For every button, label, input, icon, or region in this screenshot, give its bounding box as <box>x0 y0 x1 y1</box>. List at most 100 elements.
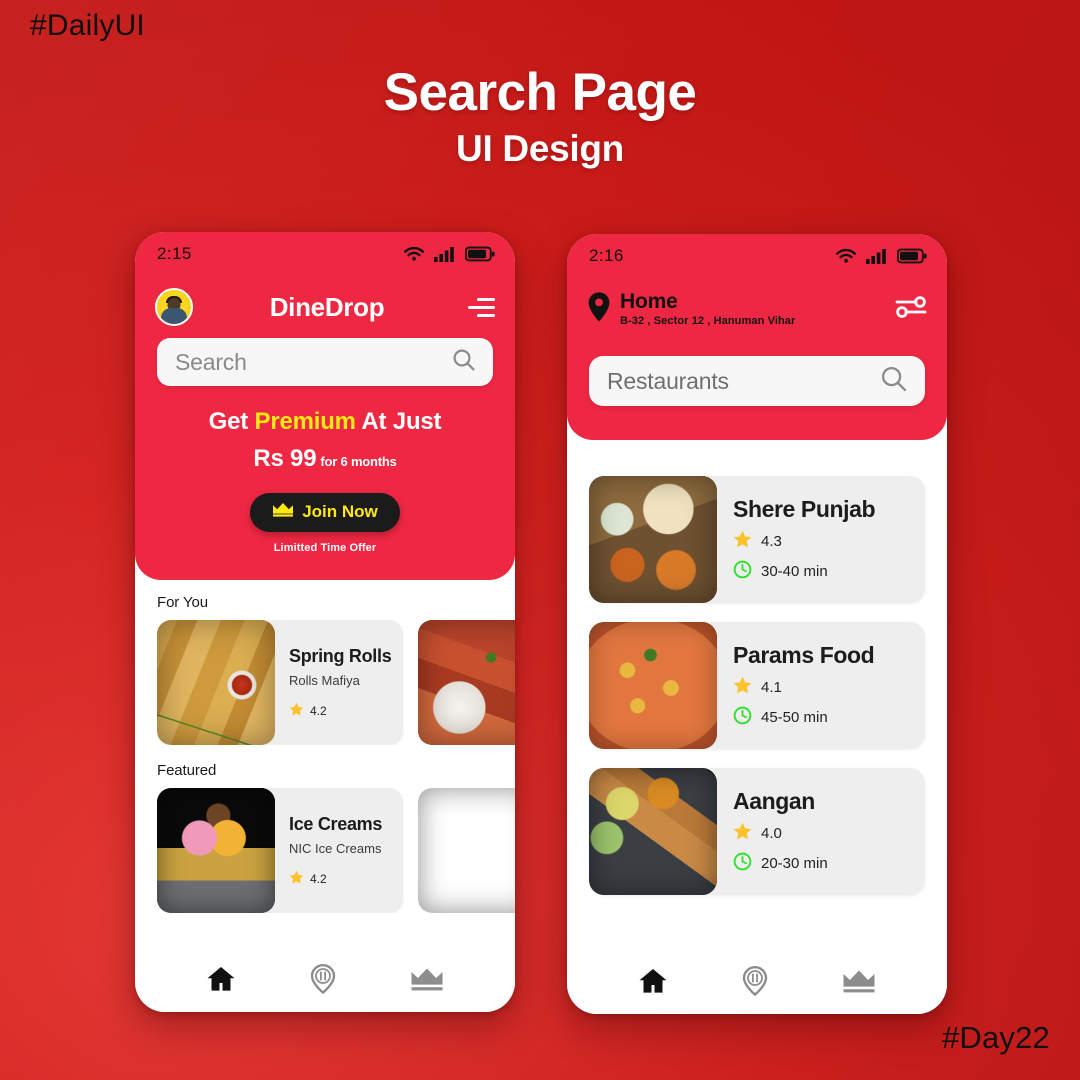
restaurant-pin-icon[interactable] <box>742 966 768 996</box>
restaurant-name: Aangan <box>733 788 815 814</box>
restaurant-row[interactable]: Shere Punjab 4.3 30-40 min <box>589 476 925 603</box>
promo-note: Limitted Time Offer <box>273 542 377 554</box>
phone-mockup-search: 2:16 Home B-32 , Sector 12 , Hanuman Vih… <box>567 234 947 1014</box>
star-icon <box>733 822 752 845</box>
ice-cream-photo <box>157 788 275 913</box>
food-card[interactable] <box>418 788 515 913</box>
bottom-nav <box>567 954 947 1014</box>
thali-photo <box>589 476 717 603</box>
crown-icon[interactable] <box>842 969 876 993</box>
restaurant-rating-value: 4.0 <box>761 825 782 842</box>
food-rating: 4.2 <box>289 870 382 888</box>
avatar[interactable] <box>155 288 193 326</box>
clock-icon <box>733 560 752 583</box>
app-title: DineDrop <box>269 291 385 322</box>
status-time: 2:15 <box>157 244 192 263</box>
crown-icon[interactable] <box>410 967 444 991</box>
restaurant-delivery-time: 30-40 min <box>733 560 875 583</box>
food-card[interactable] <box>418 620 515 745</box>
signal-bars-icon <box>866 248 888 264</box>
wifi-icon <box>835 248 857 264</box>
restaurant-time-value: 45-50 min <box>761 709 828 726</box>
home-icon[interactable] <box>206 965 236 993</box>
restaurant-name: Shere Punjab <box>733 496 876 522</box>
promo-headline: Get Premium At Just <box>135 408 515 436</box>
search-value: Restaurants <box>607 367 729 394</box>
spring-rolls-photo <box>157 620 275 745</box>
restaurant-pin-icon[interactable] <box>310 964 336 994</box>
home-red-header: 2:15 DineDrop Search Get Premium At Just… <box>135 232 515 580</box>
location-label: Home <box>620 289 678 313</box>
restaurant-rating: 4.1 <box>733 676 874 699</box>
star-icon <box>289 702 304 720</box>
app-bar: DineDrop <box>135 276 515 338</box>
promo-headline-post: At Just <box>355 408 442 435</box>
paneer-curry-photo <box>589 622 717 749</box>
home-search-wrap: Search <box>135 338 515 386</box>
join-now-button[interactable]: Join Now <box>250 493 400 532</box>
restaurant-row[interactable]: Params Food 4.1 45-50 min <box>589 622 925 749</box>
poster-subtitle: UI Design <box>456 128 624 169</box>
search-red-header: 2:16 Home B-32 , Sector 12 , Hanuman Vih… <box>567 234 947 440</box>
promo-price-note: for 6 months <box>320 454 397 469</box>
food-card[interactable]: Ice Creams NIC Ice Creams 4.2 <box>157 788 403 913</box>
pasta-photo <box>418 620 515 745</box>
restaurant-name: Params Food <box>733 642 875 668</box>
for-you-row[interactable]: Spring Rolls Rolls Mafiya 4.2 <box>157 620 515 745</box>
food-rating-value: 4.2 <box>310 703 327 718</box>
food-rating: 4.2 <box>289 702 391 720</box>
clock-icon <box>733 706 752 729</box>
food-name: Ice Creams <box>289 813 383 834</box>
section-label-for-you: For You <box>157 594 209 611</box>
search-icon[interactable] <box>451 347 477 378</box>
restaurant-rating: 4.0 <box>733 822 828 845</box>
restaurant-rating: 4.3 <box>733 530 875 553</box>
featured-row[interactable]: Ice Creams NIC Ice Creams 4.2 <box>157 788 515 913</box>
status-bar: 2:15 <box>135 232 515 276</box>
premium-promo-banner: Get Premium At Just Rs 99 for 6 months Jo… <box>135 386 515 580</box>
phone-mockup-home: 2:15 DineDrop Search Get Premium At Just… <box>135 232 515 1012</box>
dailyui-hashtag: #DailyUI <box>30 9 145 42</box>
promo-headline-pre: Get <box>208 408 255 435</box>
food-vendor: NIC Ice Creams <box>289 840 382 856</box>
food-card[interactable]: Spring Rolls Rolls Mafiya 4.2 <box>157 620 403 745</box>
promo-price-line: Rs 99 for 6 months <box>135 445 515 473</box>
search-search-wrap: Restaurants <box>567 340 947 440</box>
search-placeholder: Search <box>175 348 247 375</box>
join-now-label: Join Now <box>302 502 378 521</box>
bottom-nav <box>135 952 515 1012</box>
food-rating-value: 4.2 <box>310 871 327 886</box>
restaurant-results-list: Shere Punjab 4.3 30-40 min Params Food 4… <box>567 440 947 895</box>
restaurant-row[interactable]: Aangan 4.0 20-30 min <box>589 768 925 895</box>
location-pin-icon <box>587 291 611 328</box>
location-bar[interactable]: Home B-32 , Sector 12 , Hanuman Vihar <box>567 278 947 340</box>
promo-headline-highlight: Premium <box>254 408 357 435</box>
restaurant-delivery-time: 20-30 min <box>733 852 828 875</box>
food-vendor: Rolls Mafiya <box>289 672 360 688</box>
search-input[interactable]: Restaurants <box>589 356 925 406</box>
star-icon <box>289 870 304 888</box>
home-content: For You Spring Rolls Rolls Mafiya 4.2 Fe… <box>135 580 515 913</box>
day-hashtag: #Day22 <box>941 1020 1050 1055</box>
clock-icon <box>733 852 752 875</box>
star-icon <box>733 530 752 553</box>
battery-icon <box>465 246 495 262</box>
restaurant-delivery-time: 45-50 min <box>733 706 874 729</box>
restaurant-time-value: 20-30 min <box>761 855 828 872</box>
poster-title: Search Page <box>383 63 697 122</box>
status-bar: 2:16 <box>567 234 947 278</box>
location-address: B-32 , Sector 12 , Hanuman Vihar <box>620 315 796 328</box>
promo-price: Rs 99 <box>253 445 317 472</box>
hamburger-menu-icon[interactable] <box>465 297 495 317</box>
section-label-featured: Featured <box>157 762 217 779</box>
star-icon <box>733 676 752 699</box>
home-icon[interactable] <box>638 967 668 995</box>
battery-icon <box>897 248 927 264</box>
restaurant-time-value: 30-40 min <box>761 563 828 580</box>
filter-sliders-icon[interactable] <box>895 294 927 325</box>
search-icon[interactable] <box>879 364 909 399</box>
search-input[interactable]: Search <box>157 338 493 386</box>
signal-bars-icon <box>434 246 456 262</box>
avatar-body <box>161 308 187 324</box>
restaurant-rating-value: 4.1 <box>761 679 782 696</box>
